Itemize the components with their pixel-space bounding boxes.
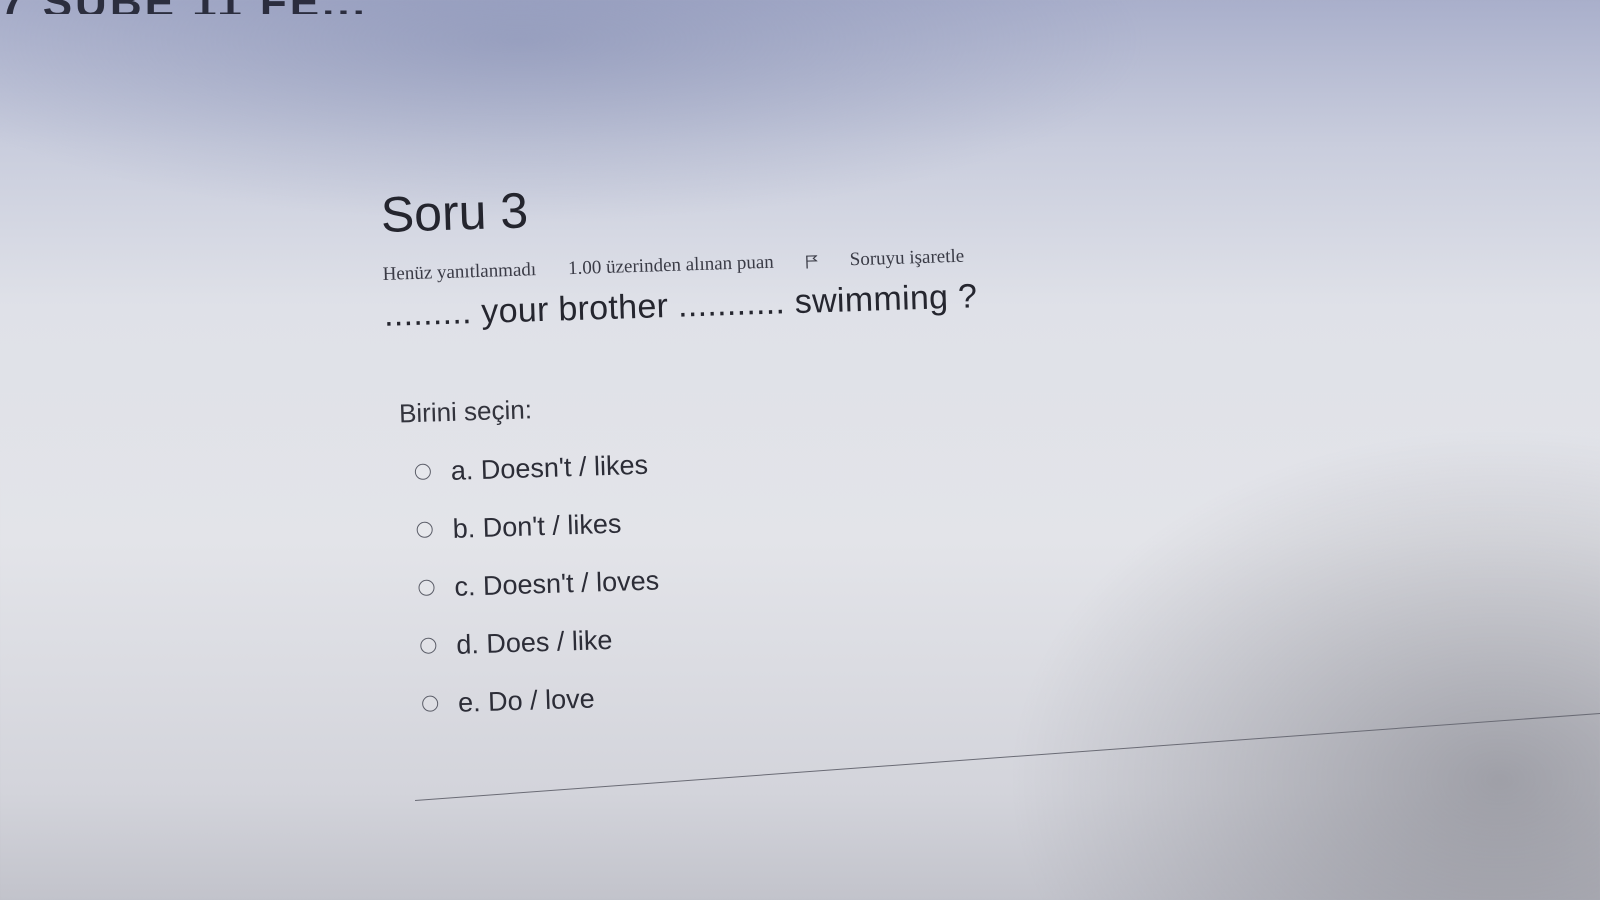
flag-question-label: Soruyu işaretle — [849, 245, 965, 271]
answer-option-label: a. Doesn't / likes — [450, 449, 649, 486]
flag-question-link[interactable]: Soruyu işaretle — [805, 245, 996, 273]
answer-option-label: e. Do / love — [457, 683, 596, 718]
answer-option-label: d. Does / like — [455, 624, 613, 660]
radio-unchecked-icon[interactable] — [418, 579, 435, 596]
radio-unchecked-icon[interactable] — [414, 463, 432, 481]
answer-block: Birini seçin: a. Doesn't / likes b. Don'… — [399, 377, 1097, 733]
radio-unchecked-icon[interactable] — [420, 637, 437, 654]
flag-icon — [805, 252, 819, 269]
question-points: 1.00 üzerinden alınan puan — [567, 251, 775, 280]
question-text: ......... your brother ........... swimm… — [383, 277, 978, 334]
question-status: Henüz yanıtlanmadı — [382, 259, 537, 285]
answer-option-label: b. Don't / likes — [452, 508, 622, 544]
answer-options: a. Doesn't / likes b. Don't / likes c. D… — [400, 422, 1097, 733]
page-header-fragment: 7 ŞUBE 11 FE... — [0, 0, 560, 14]
question-title: Soru 3 — [379, 182, 529, 243]
question-card: Soru 3 Henüz yanıtlanmadı 1.00 üzerinden… — [380, 168, 1097, 734]
answer-prompt: Birini seçin: — [398, 394, 533, 429]
answer-option-label: c. Doesn't / loves — [454, 564, 660, 602]
radio-unchecked-icon[interactable] — [416, 521, 433, 539]
radio-unchecked-icon[interactable] — [421, 695, 439, 712]
